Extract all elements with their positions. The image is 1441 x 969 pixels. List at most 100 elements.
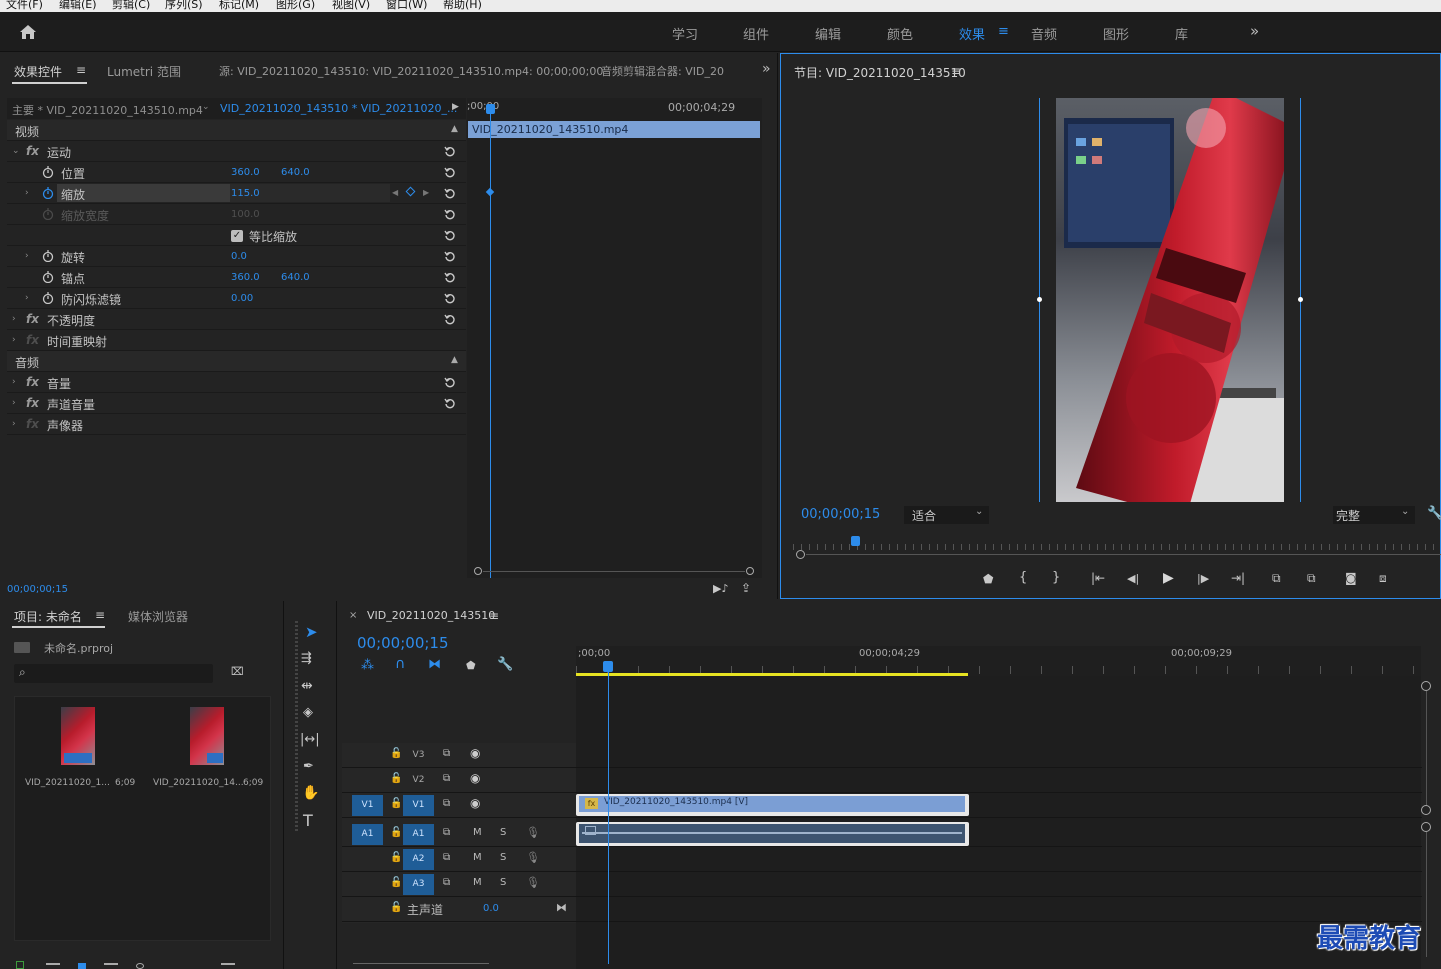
workspace-libraries[interactable]: 库: [1175, 24, 1188, 43]
audio-scroll-top[interactable]: [1421, 822, 1431, 832]
lock-track-icon[interactable]: 🔓: [390, 773, 402, 784]
panel-overflow-icon[interactable]: »: [762, 61, 771, 77]
tab-lumetri-scopes[interactable]: Lumetri 范围: [107, 63, 181, 80]
project-item[interactable]: VID_20211020_14... 6;09: [143, 697, 271, 797]
collapse-up-icon[interactable]: ▲: [451, 355, 458, 365]
wrench-icon[interactable]: 🔧: [1427, 506, 1441, 521]
rotation-value[interactable]: 0.0: [231, 251, 247, 262]
lock-track-icon[interactable]: 🔓: [390, 902, 402, 913]
stopwatch-icon[interactable]: [42, 250, 54, 262]
go-to-in-icon[interactable]: |⇤: [1091, 571, 1105, 585]
jump-to-end-icon[interactable]: ⧓: [556, 901, 567, 914]
chevron-right-icon[interactable]: ›: [12, 419, 16, 429]
master-volume-value[interactable]: 0.0: [483, 903, 499, 914]
workspace-assembly[interactable]: 组件: [743, 24, 769, 43]
chevron-down-icon[interactable]: ⌄: [12, 146, 20, 156]
lock-track-icon[interactable]: 🔓: [390, 798, 402, 809]
lock-track-icon[interactable]: 🔓: [390, 748, 402, 759]
menu-clip[interactable]: 剪辑(C): [112, 0, 150, 12]
timeline-sequence-tab[interactable]: VID_20211020_143510: [367, 609, 495, 622]
timeline-menu-icon[interactable]: ≡: [489, 609, 499, 623]
nest-icon[interactable]: ⁂: [361, 658, 374, 673]
tab-source[interactable]: 源: VID_20211020_143510: VID_20211020_143…: [219, 63, 603, 79]
program-playhead[interactable]: [851, 536, 860, 546]
chevron-right-icon[interactable]: ›: [25, 188, 29, 198]
selection-tool-icon[interactable]: ➤: [305, 623, 318, 641]
tab-menu-icon[interactable]: ≡: [76, 63, 86, 77]
reset-icon[interactable]: [444, 313, 456, 325]
effect-channel-volume[interactable]: › fx 声道音量: [7, 393, 466, 414]
project-menu-icon[interactable]: ≡: [95, 608, 105, 622]
solo-button[interactable]: S: [500, 877, 506, 888]
filter-audio-icon[interactable]: ▶♪: [713, 582, 728, 595]
snap-icon[interactable]: ∩: [395, 656, 405, 672]
go-to-out-icon[interactable]: ⇥|: [1231, 571, 1245, 585]
lock-icon[interactable]: [16, 961, 24, 969]
sync-lock-icon[interactable]: ⧉: [443, 773, 450, 784]
menu-view[interactable]: 视图(V): [332, 0, 370, 12]
tab-project[interactable]: 项目: 未命名: [14, 608, 82, 625]
master-clip-label[interactable]: 主要 * VID_20211020_143510.mp4: [12, 102, 203, 118]
project-search-input[interactable]: ⌕: [14, 664, 213, 683]
slip-tool-icon[interactable]: |↔|: [300, 732, 320, 747]
menu-edit[interactable]: 编辑(E): [59, 0, 97, 12]
microphone-icon[interactable]: 🎙: [526, 876, 540, 889]
eye-icon[interactable]: ◉: [470, 771, 480, 785]
play-icon[interactable]: ▶: [1163, 570, 1174, 586]
scale-value[interactable]: 115.0: [231, 188, 260, 199]
fit-dropdown[interactable]: 适合 ⌄: [904, 506, 989, 524]
reset-icon[interactable]: [444, 250, 456, 262]
icon-view-icon[interactable]: [78, 963, 86, 969]
program-scrollbar[interactable]: [796, 550, 1441, 559]
freeform-view-icon[interactable]: [104, 963, 118, 969]
sync-lock-icon[interactable]: ⧉: [443, 852, 450, 863]
program-video-frame[interactable]: [1056, 98, 1284, 502]
type-tool-icon[interactable]: T: [303, 811, 313, 830]
tab-media-browser[interactable]: 媒体浏览器: [128, 608, 188, 625]
antiflicker-value[interactable]: 0.00: [231, 293, 253, 304]
effect-controls-timecode[interactable]: 00;00;00;15: [7, 584, 68, 595]
close-icon[interactable]: ×: [349, 610, 357, 621]
menu-window[interactable]: 窗口(W): [386, 0, 427, 12]
reset-icon[interactable]: [444, 187, 456, 199]
reset-icon[interactable]: [444, 397, 456, 409]
lift-icon[interactable]: ⧉: [1272, 571, 1281, 586]
hand-tool-icon[interactable]: ✋: [302, 785, 319, 801]
list-view-icon[interactable]: [46, 963, 60, 969]
project-item[interactable]: VID_20211020_1... 6;09: [15, 697, 142, 797]
track-target-v3[interactable]: V3: [403, 745, 434, 766]
mute-button[interactable]: M: [473, 827, 482, 838]
reset-icon[interactable]: [444, 208, 456, 220]
sync-lock-icon[interactable]: ⧉: [443, 877, 450, 888]
stopwatch-active-icon[interactable]: [42, 187, 54, 199]
menu-graphics[interactable]: 图形(G): [276, 0, 315, 12]
solo-button[interactable]: S: [500, 827, 506, 838]
workspace-color[interactable]: 颜色: [887, 24, 913, 43]
keyframe-playhead[interactable]: [490, 108, 491, 578]
ripple-edit-tool-icon[interactable]: ⇹: [301, 678, 313, 694]
settings-wrench-icon[interactable]: 🔧: [497, 657, 513, 672]
transform-handle-left[interactable]: [1037, 297, 1042, 302]
reset-icon[interactable]: [444, 145, 456, 157]
step-back-icon[interactable]: ◀|: [1127, 572, 1139, 585]
uniform-scale-checkbox[interactable]: ✓: [231, 230, 243, 242]
lock-track-icon[interactable]: 🔓: [390, 877, 402, 888]
track-target-v2[interactable]: V2: [403, 770, 434, 791]
lock-track-icon[interactable]: 🔓: [390, 852, 402, 863]
track-target-a2[interactable]: A2: [403, 849, 434, 870]
menu-sequence[interactable]: 序列(S): [165, 0, 203, 12]
collapse-up-icon[interactable]: ▲: [451, 124, 458, 134]
video-scroll-top[interactable]: [1421, 681, 1431, 691]
keyframe-scroll[interactable]: [474, 567, 754, 577]
step-forward-icon[interactable]: |▶: [1197, 572, 1209, 585]
sync-lock-icon[interactable]: ⧉: [443, 827, 450, 838]
track-target-a3[interactable]: A3: [403, 874, 434, 895]
lock-track-icon[interactable]: 🔓: [390, 827, 402, 838]
menu-help[interactable]: 帮助(H): [443, 0, 482, 12]
effect-opacity[interactable]: › fx 不透明度: [7, 309, 466, 330]
sequence-clip-label[interactable]: VID_20211020_143510 * VID_20211020_...: [220, 102, 457, 115]
workspace-audio[interactable]: 音频: [1031, 24, 1057, 43]
eye-icon[interactable]: ◉: [470, 796, 480, 810]
camera-icon[interactable]: ◙: [1345, 571, 1357, 585]
new-search-bin-icon[interactable]: ⌧: [231, 665, 244, 678]
